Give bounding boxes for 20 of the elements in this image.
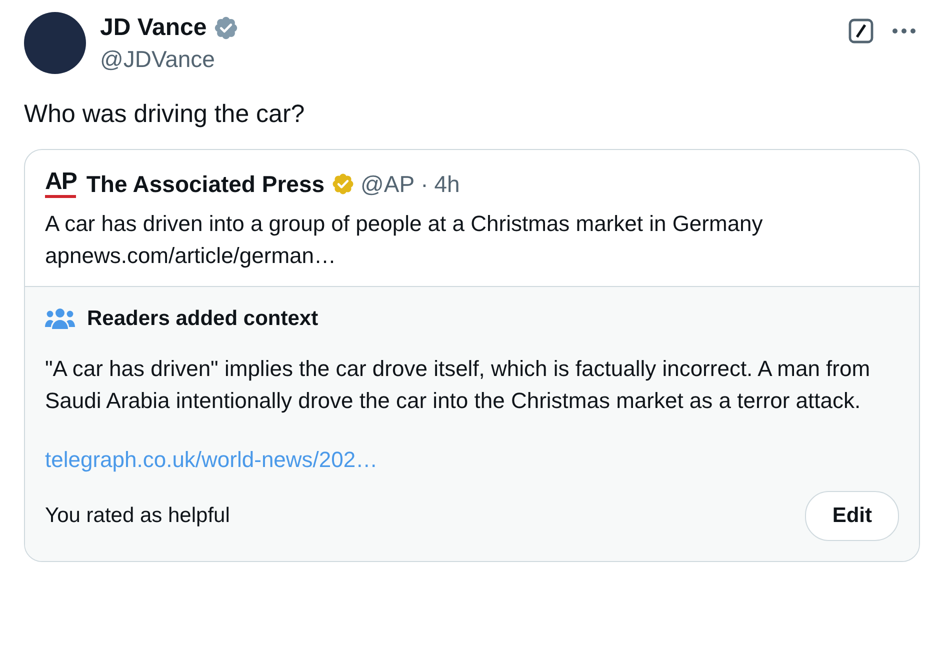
rating-status: You rated as helpful: [45, 504, 230, 528]
tweet-text: Who was driving the car?: [24, 100, 306, 129]
author-name[interactable]: JD Vance: [100, 14, 207, 42]
separator: ·: [420, 170, 428, 198]
edit-button[interactable]: Edit: [805, 491, 899, 541]
people-icon: [45, 307, 75, 331]
quoted-link[interactable]: apnews.com/article/german…: [45, 240, 899, 272]
author-handle[interactable]: @JDVance: [100, 46, 834, 73]
more-icon[interactable]: [892, 28, 916, 34]
verified-badge-icon: [330, 172, 355, 196]
verified-badge-icon: [212, 15, 239, 41]
slash-box-icon[interactable]: [848, 18, 874, 44]
ap-logo: AP: [45, 170, 76, 198]
note-title: Readers added context: [87, 307, 318, 331]
note-text: "A car has driven" implies the car drove itself, which is factually incorrect. A man from Saudi Arabia intentionally drove the car into the Christmas market as a terror attack.: [45, 355, 872, 415]
quoted-post-card[interactable]: [24, 149, 920, 562]
post-time: 4h: [434, 170, 460, 198]
quoted-author-name[interactable]: The Associated Press: [86, 170, 325, 198]
quoted-text: A car has driven into a group of people at a Christmas market in Germany: [45, 210, 764, 238]
quoted-handle[interactable]: @AP: [360, 170, 415, 198]
